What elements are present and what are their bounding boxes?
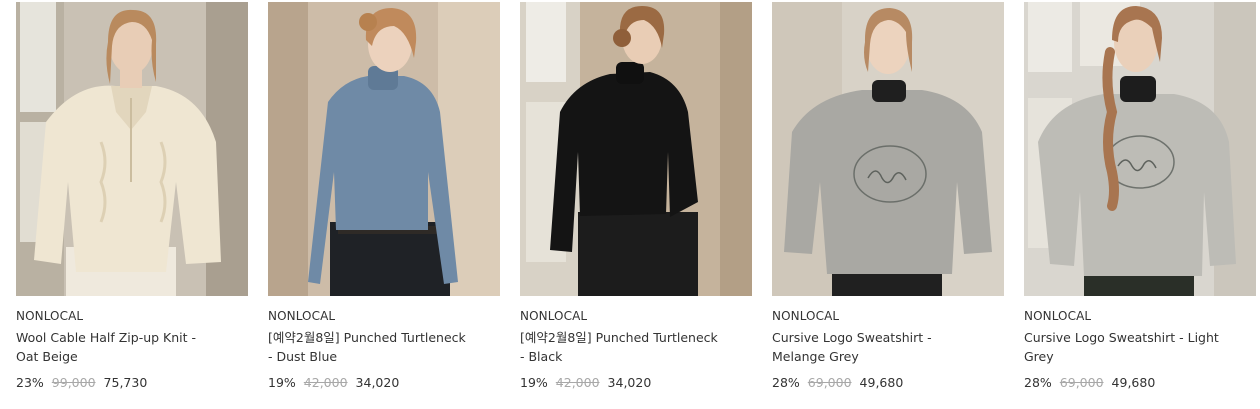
original-price: 99,000 [51,375,96,390]
price-row: 28% 69,000 49,680 [772,374,1004,392]
sale-price: 75,730 [103,375,148,390]
product-name[interactable]: Wool Cable Half Zip-up Knit - Oat Beige [16,328,221,366]
product-image[interactable] [1024,2,1256,296]
brand-name: NONLOCAL [268,309,336,323]
brand-name: NONLOCAL [16,309,84,323]
product-card[interactable]: NONLOCAL [예약2월8일] Punched Turtleneck - B… [520,2,752,392]
product-name[interactable]: [예약2월8일] Punched Turtleneck - Black [520,328,725,366]
price-row: 19% 42,000 34,020 [520,374,752,392]
original-price: 42,000 [303,375,348,390]
product-image[interactable] [16,2,248,296]
brand-name: NONLOCAL [520,309,588,323]
original-price: 42,000 [555,375,600,390]
original-price: 69,000 [1059,375,1104,390]
product-card[interactable]: NONLOCAL [예약2월8일] Punched Turtleneck - D… [268,2,500,392]
product-name[interactable]: Cursive Logo Sweatshirt - Melange Grey [772,328,977,366]
product-name[interactable]: Cursive Logo Sweatshirt - Light Grey [1024,328,1229,366]
product-card[interactable]: NONLOCAL Wool Cable Half Zip-up Knit - O… [16,2,248,392]
product-image[interactable] [520,2,752,296]
discount-rate: 23% [16,375,44,390]
discount-rate: 19% [520,375,548,390]
product-image[interactable] [268,2,500,296]
product-card[interactable]: NONLOCAL Cursive Logo Sweatshirt - Melan… [772,2,1004,392]
discount-rate: 28% [1024,375,1052,390]
brand-name: NONLOCAL [1024,309,1092,323]
brand-name: NONLOCAL [772,309,840,323]
product-card[interactable]: NONLOCAL Cursive Logo Sweatshirt - Light… [1024,2,1256,392]
product-image[interactable] [772,2,1004,296]
price-row: 23% 99,000 75,730 [16,374,248,392]
sale-price: 34,020 [607,375,652,390]
discount-rate: 19% [268,375,296,390]
price-row: 19% 42,000 34,020 [268,374,500,392]
sale-price: 34,020 [355,375,400,390]
price-row: 28% 69,000 49,680 [1024,374,1256,392]
discount-rate: 28% [772,375,800,390]
original-price: 69,000 [807,375,852,390]
product-name[interactable]: [예약2월8일] Punched Turtleneck - Dust Blue [268,328,473,366]
sale-price: 49,680 [859,375,904,390]
sale-price: 49,680 [1111,375,1156,390]
product-grid: NONLOCAL Wool Cable Half Zip-up Knit - O… [0,0,1260,409]
